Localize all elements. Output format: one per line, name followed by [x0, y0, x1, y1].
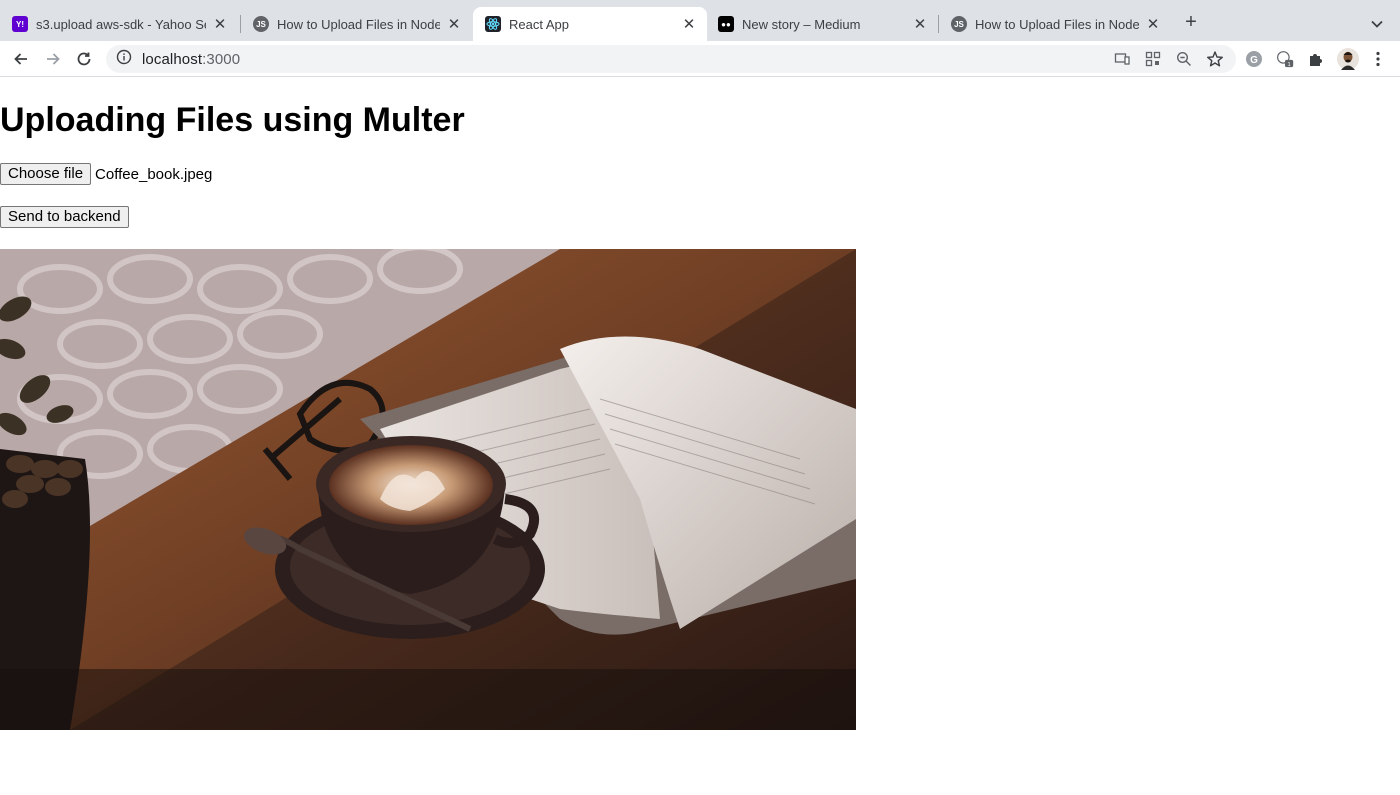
kebab-menu-icon[interactable]	[1369, 50, 1387, 68]
browser-toolbar: localhost:3000 G 1	[0, 41, 1400, 77]
choose-file-button[interactable]: Choose file	[0, 163, 92, 185]
tab-title: New story – Medium	[742, 16, 861, 32]
forward-arrow-icon	[47, 53, 60, 65]
close-icon[interactable]: ✕	[681, 16, 697, 33]
file-input[interactable]: Choose file Coffee_book.jpeg	[0, 163, 212, 185]
back-button[interactable]	[10, 48, 32, 70]
tab-title: React App	[509, 16, 569, 32]
tab-upload-files-node-2[interactable]: JS How to Upload Files in Node.js ✕	[939, 7, 1171, 41]
new-tab-button[interactable]: +	[1181, 12, 1201, 33]
profile-avatar[interactable]	[1337, 48, 1359, 70]
medium-favicon-icon: ●●	[718, 16, 734, 32]
svg-text:G: G	[1250, 55, 1258, 66]
url-text: localhost:3000	[142, 51, 240, 68]
uploaded-image-preview	[0, 249, 856, 730]
close-icon[interactable]: ✕	[212, 16, 228, 33]
grammarly-extension-icon[interactable]: G	[1245, 50, 1263, 68]
page-content: Uploading Files using Multer Choose file…	[0, 78, 1400, 795]
js-favicon-icon: JS	[951, 16, 967, 32]
tab-title: How to Upload Files in Node.js	[975, 16, 1139, 32]
cast-icon[interactable]	[1113, 50, 1131, 68]
close-icon[interactable]: ✕	[446, 16, 462, 33]
tab-strip: Y! s3.upload aws-sdk - Yahoo Se ✕ JS How…	[0, 0, 1400, 41]
address-bar[interactable]: localhost:3000	[106, 45, 1236, 73]
chevron-down-icon[interactable]	[1368, 15, 1386, 33]
svg-text:1: 1	[1287, 62, 1290, 68]
react-favicon-icon	[485, 16, 501, 32]
selected-file-name: Coffee_book.jpeg	[95, 165, 213, 183]
back-arrow-icon	[14, 53, 27, 65]
tab-medium-new-story[interactable]: ●● New story – Medium ✕	[706, 7, 938, 41]
extensions-puzzle-icon[interactable]	[1307, 50, 1325, 68]
info-icon[interactable]	[116, 49, 132, 70]
star-bookmark-icon[interactable]	[1206, 50, 1224, 68]
tab-react-app[interactable]: React App ✕	[473, 7, 707, 41]
tab-yahoo-search[interactable]: Y! s3.upload aws-sdk - Yahoo Se ✕	[0, 7, 238, 41]
tab-title: How to Upload Files in Node.js	[277, 16, 440, 32]
close-icon[interactable]: ✕	[912, 16, 928, 33]
coffee-book-image	[0, 249, 856, 730]
url-port: :3000	[202, 50, 241, 68]
tab-title: s3.upload aws-sdk - Yahoo Se	[36, 16, 206, 32]
reload-icon	[77, 52, 91, 66]
send-to-backend-button[interactable]: Send to backend	[0, 206, 129, 228]
url-host: localhost	[142, 50, 203, 68]
tab-upload-files-node[interactable]: JS How to Upload Files in Node.js ✕	[241, 7, 472, 41]
close-icon[interactable]: ✕	[1145, 16, 1161, 33]
qr-code-icon[interactable]	[1144, 50, 1162, 68]
reload-button[interactable]	[73, 48, 95, 70]
js-favicon-icon: JS	[253, 16, 269, 32]
page-title: Uploading Files using Multer	[0, 101, 465, 139]
zoom-icon[interactable]	[1175, 50, 1193, 68]
yahoo-favicon-icon: Y!	[12, 16, 28, 32]
extension-badge-icon[interactable]: 1	[1276, 50, 1294, 68]
forward-button[interactable]	[42, 48, 64, 70]
